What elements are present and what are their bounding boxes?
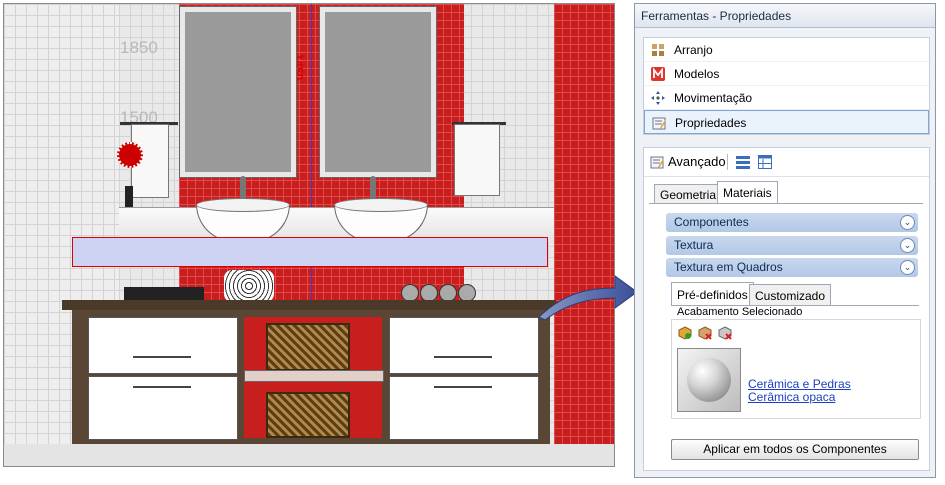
- flower[interactable]: [117, 142, 143, 168]
- glass-shelf[interactable]: [244, 370, 384, 382]
- red-tile-right-wall: [554, 4, 614, 466]
- sink-rim-right: [334, 198, 428, 212]
- section-componentes[interactable]: Componentes ⌄: [666, 213, 918, 232]
- nav-item-label: Movimentação: [674, 91, 753, 105]
- properties-icon: [652, 117, 666, 130]
- chevron-down-icon[interactable]: ⌄: [900, 215, 915, 230]
- nav-item-label: Modelos: [674, 67, 720, 81]
- clear-material-icon[interactable]: [718, 326, 732, 340]
- drawer-handle: [133, 356, 191, 358]
- arrange-icon: [652, 44, 664, 56]
- mirror-right[interactable]: [320, 7, 436, 177]
- material-thumbnail[interactable]: [677, 348, 741, 412]
- section-textura-em-quadros[interactable]: Textura em Quadros ⌄: [666, 258, 918, 277]
- properties-panel: Ferramentas - Propriedades Arranjo Model…: [634, 3, 936, 478]
- nav-item-label: Arranjo: [674, 43, 713, 57]
- finish-group-label: Acabamento Selecionado: [677, 306, 803, 318]
- section-textura[interactable]: Textura ⌄: [666, 236, 918, 255]
- models-icon: [651, 67, 665, 81]
- drawer-handle: [434, 386, 492, 388]
- tray[interactable]: [124, 287, 204, 300]
- move-icon: [651, 91, 665, 105]
- nav-item-modelos[interactable]: Modelos: [644, 62, 929, 86]
- floor: [4, 444, 614, 466]
- subtab-customizado[interactable]: Customizado: [749, 284, 832, 306]
- advanced-header: Avançado: [644, 148, 929, 177]
- drawer[interactable]: [88, 317, 238, 374]
- list-view-icon[interactable]: [736, 155, 750, 169]
- drawer[interactable]: [389, 317, 539, 374]
- grid-view-icon[interactable]: [758, 155, 772, 169]
- sink-rim-left: [196, 198, 290, 212]
- drawer-handle: [133, 386, 191, 388]
- nav-item-arranjo[interactable]: Arranjo: [644, 38, 929, 62]
- basket-lower[interactable]: [266, 392, 350, 438]
- separator: [727, 154, 728, 170]
- nav-item-label: Propriedades: [675, 116, 747, 130]
- nav-item-propriedades[interactable]: Propriedades: [644, 110, 929, 134]
- section-label: Textura em Quadros: [674, 260, 783, 274]
- section-label: Textura: [674, 238, 714, 252]
- dimension-label: 1850: [120, 38, 158, 57]
- drawer-handle: [434, 356, 492, 358]
- cabinet-top[interactable]: [62, 300, 556, 310]
- chevron-down-icon[interactable]: ⌄: [900, 238, 915, 253]
- towel-right[interactable]: [454, 124, 500, 196]
- material-sphere: [687, 358, 731, 402]
- basket-upper[interactable]: [266, 323, 350, 371]
- properties-icon: [650, 156, 664, 169]
- remove-material-icon[interactable]: [698, 326, 712, 340]
- material-name-link[interactable]: Cerâmica opaca: [748, 390, 835, 404]
- tab-materiais[interactable]: Materiais: [717, 181, 778, 204]
- tab-geometria[interactable]: Geometria: [654, 184, 723, 204]
- rolled-towels[interactable]: [224, 270, 274, 302]
- viewport-3d[interactable]: 1850 1500 1450: [3, 3, 615, 467]
- chevron-down-icon[interactable]: ⌄: [900, 260, 915, 275]
- add-material-icon[interactable]: [678, 326, 692, 340]
- subtab-pre-definidos[interactable]: Pré-definidos: [671, 282, 754, 306]
- mirror-left[interactable]: [180, 7, 296, 177]
- section-label: Componentes: [674, 215, 749, 229]
- nav-item-movimentacao[interactable]: Movimentação: [644, 86, 929, 110]
- apply-all-components-button[interactable]: Aplicar em todos os Componentes: [671, 439, 919, 460]
- advanced-label: Avançado: [668, 154, 726, 169]
- selected-component[interactable]: [72, 237, 548, 267]
- connector-arrow: [538, 275, 638, 321]
- tool-nav: Arranjo Modelos Movimentação Propriedade…: [643, 37, 930, 135]
- panel-title: Ferramentas - Propriedades: [635, 4, 935, 28]
- tab-content-border: [649, 203, 923, 204]
- advanced-group: Avançado Geometria Materiais Componentes…: [643, 147, 930, 471]
- material-category-link[interactable]: Cerâmica e Pedras: [748, 377, 851, 391]
